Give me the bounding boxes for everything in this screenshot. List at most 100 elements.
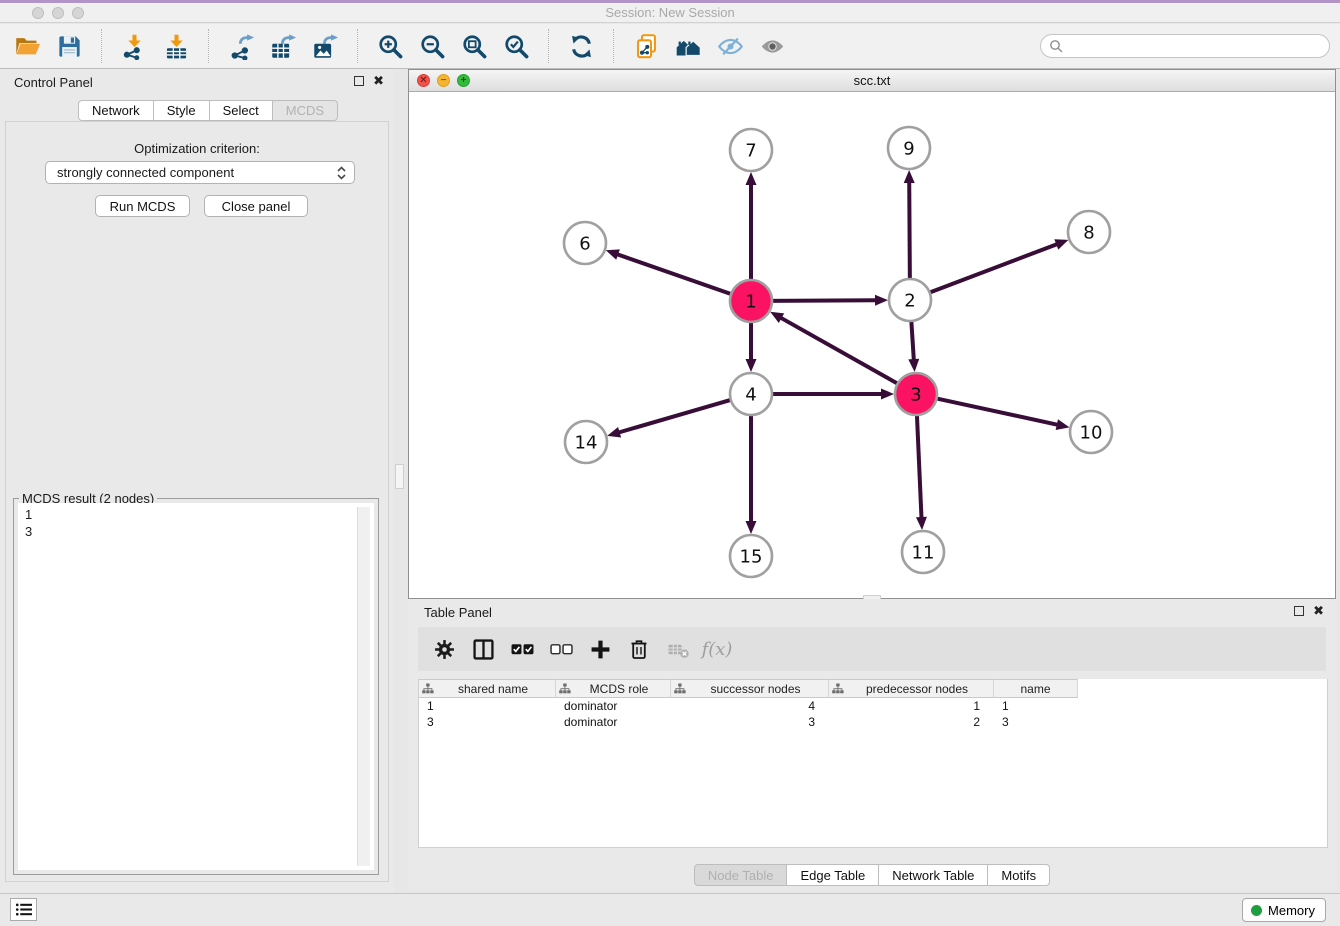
graph-node-2[interactable]: 2 [889,279,931,321]
control-panel-tab-style[interactable]: Style [154,100,210,121]
network-graph[interactable]: 1 2 3 4 6 7 8 9 10 11 14 15 [409,92,1335,598]
svg-text:7: 7 [745,141,756,162]
edge-2-8[interactable] [928,239,1069,293]
edge-4-3[interactable] [770,389,894,400]
eye-slash-icon [717,33,744,60]
control-panel-tab-network[interactable]: Network [78,100,154,121]
delete-table-button[interactable] [666,637,690,661]
graph-node-14[interactable]: 14 [565,421,607,463]
table-cell[interactable]: dominator [556,714,671,730]
table-cell[interactable]: 3 [419,714,556,730]
float-panel-icon[interactable] [354,76,364,86]
edge-3-1[interactable] [770,312,899,385]
edge-4-15[interactable] [746,413,757,534]
table-cell[interactable]: 1 [994,698,1078,714]
edge-2-3[interactable] [908,319,919,372]
duplicate-network-icon [633,33,660,60]
table-panel: Table Panel ✖ [408,599,1336,890]
column-settings-button[interactable] [432,637,456,661]
column-header-successor-nodes[interactable]: successor nodes [671,679,829,698]
add-column-button[interactable] [588,637,612,661]
search-input[interactable] [1040,34,1330,58]
control-panel-tab-select[interactable]: Select [210,100,273,121]
float-table-panel-icon[interactable] [1294,606,1304,616]
table-cell[interactable]: 1 [829,698,994,714]
zoom-fit-button[interactable] [457,29,491,63]
table-row[interactable]: 1dominator411 [419,698,1327,714]
edge-2-9[interactable] [904,170,915,281]
edge-4-14[interactable] [607,399,733,437]
export-network-button[interactable] [224,29,258,63]
graph-node-9[interactable]: 9 [888,127,930,169]
select-all-columns-button[interactable] [510,637,534,661]
table-tab-motifs[interactable]: Motifs [988,864,1050,886]
column-header-name[interactable]: name [994,679,1078,698]
duplicate-network-button[interactable] [629,29,663,63]
table-row[interactable]: 3dominator323 [419,714,1327,730]
edge-1-2[interactable] [770,295,888,306]
table-cell[interactable]: 2 [829,714,994,730]
table-tab-network-table[interactable]: Network Table [879,864,988,886]
edge-3-10[interactable] [935,398,1070,430]
delete-column-button[interactable] [627,637,651,661]
zoom-out-button[interactable] [415,29,449,63]
open-session-button[interactable] [10,29,44,63]
gear-icon [434,639,455,660]
import-table-button[interactable] [159,29,193,63]
control-panel-tab-mcds[interactable]: MCDS [273,100,338,121]
graph-node-4[interactable]: 4 [730,373,772,415]
result-scrollbar[interactable] [357,507,370,866]
graph-node-7[interactable]: 7 [730,129,772,171]
table-cell[interactable]: 1 [419,698,556,714]
mcds-result-textarea[interactable]: 1 3 [18,503,374,870]
list-icon [15,902,33,917]
edge-1-6[interactable] [606,249,733,294]
table-cell[interactable]: dominator [556,698,671,714]
control-panel-tabs: NetworkStyleSelectMCDS [78,100,338,121]
run-mcds-button[interactable]: Run MCDS [95,195,190,217]
show-graphics-details-button[interactable] [755,29,789,63]
table-cell[interactable]: 3 [994,714,1078,730]
zoom-in-button[interactable] [373,29,407,63]
graph-node-10[interactable]: 10 [1070,411,1112,453]
zoom-selected-button[interactable] [499,29,533,63]
close-table-panel-icon[interactable]: ✖ [1313,606,1324,616]
table-tab-node-table[interactable]: Node Table [694,864,788,886]
mcds-tab-content: Optimization criterion: strongly connect… [5,121,389,882]
hierarchy-icon [422,683,434,694]
column-header-MCDS-role[interactable]: MCDS role [556,679,671,698]
close-panel-button[interactable]: Close panel [204,195,308,217]
table-cell[interactable]: 3 [671,714,829,730]
graph-node-8[interactable]: 8 [1068,211,1110,253]
graph-node-15[interactable]: 15 [730,535,772,577]
graph-node-3[interactable]: 3 [895,373,937,415]
hide-graphics-details-button[interactable] [713,29,747,63]
export-image-button[interactable] [308,29,342,63]
close-panel-icon[interactable]: ✖ [373,76,384,86]
first-neighbors-button[interactable] [671,29,705,63]
memory-button[interactable]: Memory [1242,898,1326,922]
save-session-button[interactable] [52,29,86,63]
graph-node-1[interactable]: 1 [730,280,772,322]
table-tab-edge-table[interactable]: Edge Table [787,864,879,886]
table-cell[interactable]: 4 [671,698,829,714]
edge-3-11[interactable] [916,413,927,530]
edge-1-7[interactable] [746,172,757,282]
task-history-button[interactable] [10,898,37,921]
export-table-button[interactable] [266,29,300,63]
function-builder-button[interactable]: f(x) [705,637,729,661]
eye-icon [759,33,786,60]
column-header-predecessor-nodes[interactable]: predecessor nodes [829,679,994,698]
show-column-pane-button[interactable] [471,637,495,661]
optimization-criterion-select[interactable]: strongly connected component [45,161,355,184]
graph-node-11[interactable]: 11 [902,531,944,573]
edge-1-4[interactable] [746,320,757,372]
panel-splitter-handle[interactable] [395,464,404,489]
refresh-view-button[interactable] [564,29,598,63]
zoom-selected-icon [503,33,530,60]
graph-node-6[interactable]: 6 [564,222,606,264]
network-canvas[interactable]: 1 2 3 4 6 7 8 9 10 11 14 15 [409,92,1335,598]
import-network-button[interactable] [117,29,151,63]
column-header-shared-name[interactable]: shared name [419,679,556,698]
unselect-all-columns-button[interactable] [549,637,573,661]
